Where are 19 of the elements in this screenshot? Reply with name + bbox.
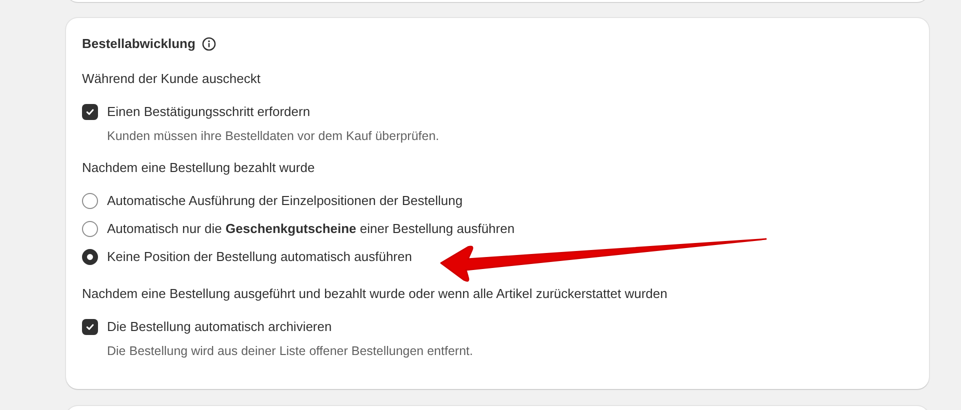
radio-button[interactable] <box>82 249 98 265</box>
check-icon <box>85 107 95 117</box>
radio-button[interactable] <box>82 221 98 237</box>
help-text: Kunden müssen ihre Bestelldaten vor dem Kauf überprüfen. <box>107 128 440 145</box>
section-heading: Nachdem eine Bestellung ausgeführt und bezahlt wurde oder wenn alle Artikel zurückerstattet wurden <box>82 285 668 303</box>
option-label[interactable]: Die Bestellung automatisch archivieren <box>107 318 332 336</box>
option-label[interactable]: Automatische Ausführung der Einzelpositionen der Bestellung <box>107 192 463 210</box>
section-heading: Während der Kunde auscheckt <box>82 70 262 88</box>
radio-button[interactable] <box>82 193 98 209</box>
option-label[interactable]: Keine Position der Bestellung automatisch ausführen <box>107 248 412 266</box>
check-icon <box>85 322 95 332</box>
info-icon[interactable] <box>202 37 216 51</box>
help-text: Die Bestellung wird aus deiner Liste offener Bestellungen entfernt. <box>107 343 474 360</box>
option-label[interactable]: Automatisch nur die Geschenkgutscheine einer Bestellung ausführen <box>107 220 515 238</box>
checkbox[interactable] <box>82 319 98 335</box>
card-title: Bestellabwicklung <box>82 35 196 53</box>
checkbox[interactable] <box>82 104 98 120</box>
section-heading: Nachdem eine Bestellung bezahlt wurde <box>82 159 316 177</box>
option-label[interactable]: Einen Bestätigungsschritt erfordern <box>107 103 310 121</box>
